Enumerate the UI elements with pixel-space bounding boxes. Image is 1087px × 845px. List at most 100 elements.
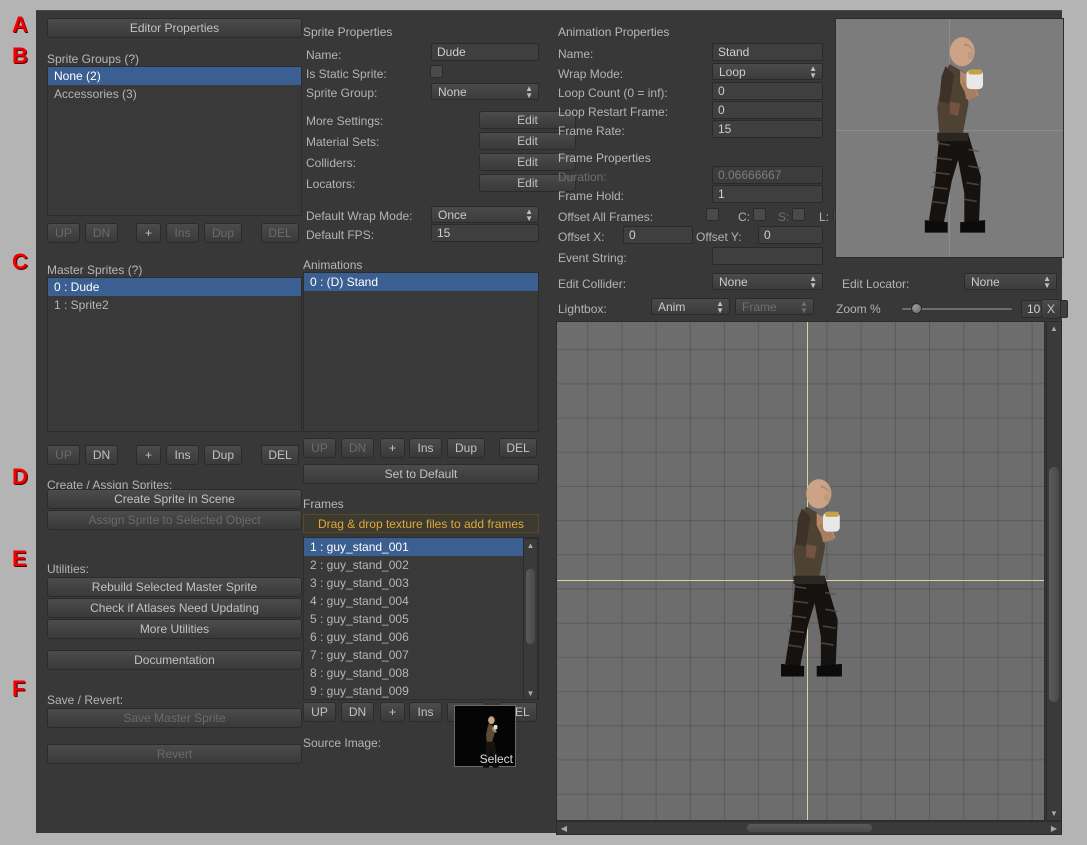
create-sprite-in-scene-button[interactable]: Create Sprite in Scene (47, 489, 302, 509)
frames-ins-button[interactable]: Ins (409, 702, 442, 722)
frames-scrollbar[interactable]: ▲ ▼ (523, 538, 538, 700)
editor-properties-button[interactable]: Editor Properties (47, 18, 302, 38)
lightbox-frame-value: Frame (742, 300, 777, 314)
master-sprites-up-button[interactable]: UP (47, 445, 80, 465)
canvas-vertical-scrollbar[interactable]: ▲ ▼ (1046, 321, 1062, 821)
loop-restart-frame-field[interactable]: 0 (712, 101, 823, 119)
frame-hold-field[interactable]: 1 (712, 185, 823, 203)
scroll-right-arrow-icon[interactable]: ▶ (1047, 824, 1061, 833)
master-sprites-del-button[interactable]: DEL (261, 445, 299, 465)
list-item[interactable]: 2 : guy_stand_002 (304, 556, 538, 574)
is-static-sprite-checkbox[interactable] (430, 65, 443, 78)
master-sprites-dn-button[interactable]: DN (85, 445, 118, 465)
chevron-updown-icon: ▲▼ (809, 65, 817, 79)
event-string-field[interactable] (712, 247, 823, 265)
sprite-group-dropdown[interactable]: None ▲▼ (431, 83, 539, 100)
lightbox-frame-dropdown[interactable]: Frame ▲▼ (735, 298, 814, 315)
animations-add-button[interactable]: + (380, 438, 405, 458)
set-to-default-button[interactable]: Set to Default (303, 464, 539, 484)
offset-y-field[interactable]: 0 (758, 226, 823, 244)
edit-collider-dropdown[interactable]: None ▲▼ (712, 273, 823, 290)
scroll-down-arrow-icon[interactable]: ▼ (524, 687, 537, 700)
frames-list[interactable]: 1 : guy_stand_001 2 : guy_stand_002 3 : … (303, 537, 539, 700)
frames-up-button[interactable]: UP (303, 702, 336, 722)
list-item[interactable]: 3 : guy_stand_003 (304, 574, 538, 592)
animation-name-field[interactable]: Stand (712, 43, 823, 61)
master-sprites-dup-button[interactable]: Dup (204, 445, 242, 465)
scroll-up-arrow-icon[interactable]: ▲ (1047, 322, 1061, 335)
animations-ins-button[interactable]: Ins (409, 438, 442, 458)
rebuild-master-sprite-button[interactable]: Rebuild Selected Master Sprite (47, 577, 302, 597)
sprite-groups-list[interactable]: None (2) Accessories (3) (47, 66, 302, 216)
sprite-flag-checkbox[interactable] (792, 208, 805, 221)
list-item[interactable]: 0 : (D) Stand (304, 273, 538, 291)
canvas-sprite[interactable] (760, 477, 865, 687)
list-item[interactable]: Accessories (3) (48, 85, 301, 103)
list-item[interactable]: 9 : guy_stand_009 (304, 682, 538, 700)
list-item[interactable]: 8 : guy_stand_008 (304, 664, 538, 682)
sprite-groups-dup-button[interactable]: Dup (204, 223, 242, 243)
frame-rate-field[interactable]: 15 (712, 120, 823, 138)
save-master-sprite-button[interactable]: Save Master Sprite (47, 708, 302, 728)
offset-x-field[interactable]: 0 (623, 226, 693, 244)
collider-flag-checkbox[interactable] (753, 208, 766, 221)
scroll-left-arrow-icon[interactable]: ◀ (557, 824, 571, 833)
offset-all-frames-checkbox[interactable] (706, 208, 719, 221)
check-atlases-button[interactable]: Check if Atlases Need Updating (47, 598, 302, 618)
frames-drop-hint[interactable]: Drag & drop texture files to add frames (303, 514, 539, 533)
canvas-hscrollbar-thumb[interactable] (747, 824, 872, 832)
list-item[interactable]: 1 : Sprite2 (48, 296, 301, 314)
canvas-vscrollbar-thumb[interactable] (1049, 467, 1059, 702)
animation-preview[interactable] (835, 18, 1064, 258)
marker-d: D (12, 464, 28, 490)
zoom-slider-knob[interactable] (911, 303, 922, 314)
master-sprites-add-button[interactable]: + (136, 445, 161, 465)
assign-sprite-button[interactable]: Assign Sprite to Selected Object (47, 510, 302, 530)
edit-locator-dropdown[interactable]: None ▲▼ (964, 273, 1057, 290)
scroll-down-arrow-icon[interactable]: ▼ (1047, 807, 1061, 820)
list-item[interactable]: 5 : guy_stand_005 (304, 610, 538, 628)
frame-properties-header: Frame Properties (558, 151, 651, 165)
animations-dup-button[interactable]: Dup (447, 438, 485, 458)
source-image-thumbnail[interactable]: Select (454, 705, 516, 767)
wrap-mode-dropdown[interactable]: Loop ▲▼ (712, 63, 823, 80)
scroll-up-arrow-icon[interactable]: ▲ (524, 539, 537, 552)
sprite-canvas[interactable] (556, 321, 1045, 821)
sprite-groups-ins-button[interactable]: Ins (166, 223, 199, 243)
animations-dn-button[interactable]: DN (341, 438, 374, 458)
zoom-reset-button[interactable]: X (1041, 299, 1061, 319)
list-item[interactable]: 1 : guy_stand_001 (304, 538, 538, 556)
frames-dn-button[interactable]: DN (341, 702, 374, 722)
master-sprites-list[interactable]: 0 : Dude 1 : Sprite2 (47, 277, 302, 432)
sprite-groups-up-button[interactable]: UP (47, 223, 80, 243)
source-image-select-label[interactable]: Select (480, 752, 513, 766)
loop-count-field[interactable]: 0 (712, 82, 823, 100)
zoom-label: Zoom % (836, 302, 881, 316)
default-wrap-mode-dropdown[interactable]: Once ▲▼ (431, 206, 539, 223)
frames-add-button[interactable]: + (380, 702, 405, 722)
default-wrap-mode-value: Once (438, 208, 467, 222)
master-sprites-ins-button[interactable]: Ins (166, 445, 199, 465)
list-item[interactable]: 7 : guy_stand_007 (304, 646, 538, 664)
animations-del-button[interactable]: DEL (499, 438, 537, 458)
sprite-groups-del-button[interactable]: DEL (261, 223, 299, 243)
sprite-groups-add-button[interactable]: + (136, 223, 161, 243)
chevron-updown-icon: ▲▼ (1043, 275, 1051, 289)
documentation-button[interactable]: Documentation (47, 650, 302, 670)
revert-button[interactable]: Revert (47, 744, 302, 764)
list-item[interactable]: 4 : guy_stand_004 (304, 592, 538, 610)
is-static-sprite-label: Is Static Sprite: (306, 67, 387, 81)
default-fps-field[interactable]: 15 (431, 224, 539, 242)
more-utilities-button[interactable]: More Utilities (47, 619, 302, 639)
list-item[interactable]: None (2) (48, 67, 301, 85)
chevron-updown-icon: ▲▼ (800, 300, 808, 314)
animations-list[interactable]: 0 : (D) Stand (303, 272, 539, 432)
sprite-groups-dn-button[interactable]: DN (85, 223, 118, 243)
sprite-name-field[interactable]: Dude (431, 43, 539, 61)
list-item[interactable]: 0 : Dude (48, 278, 301, 296)
animations-up-button[interactable]: UP (303, 438, 336, 458)
canvas-horizontal-scrollbar[interactable]: ◀ ▶ (556, 821, 1062, 835)
list-item[interactable]: 6 : guy_stand_006 (304, 628, 538, 646)
frames-scrollbar-thumb[interactable] (526, 569, 535, 644)
lightbox-anim-dropdown[interactable]: Anim ▲▼ (651, 298, 730, 315)
